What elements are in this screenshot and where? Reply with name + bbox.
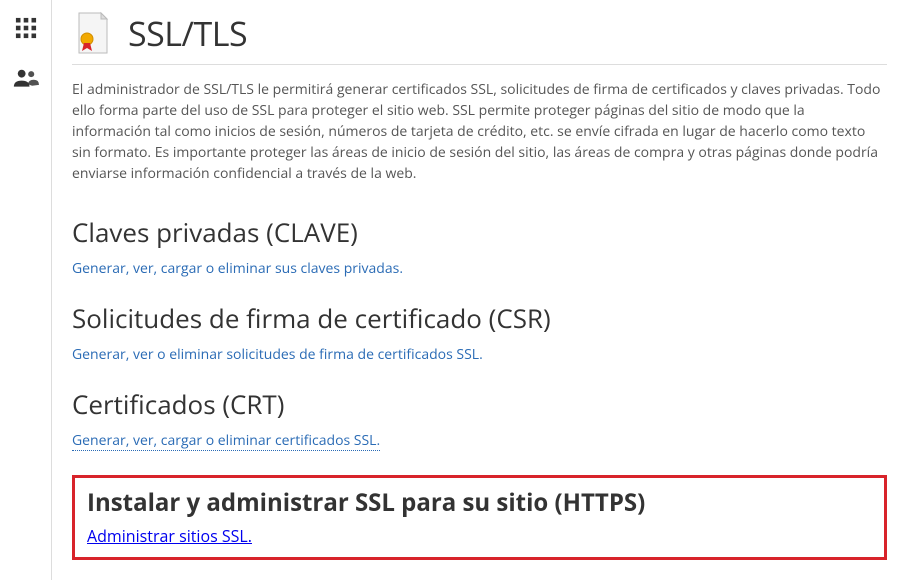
- intro-text: El administrador de SSL/TLS le permitirá…: [72, 79, 887, 184]
- section-heading-keys: Claves privadas (CLAVE): [72, 214, 887, 250]
- section-csr: Solicitudes de firma de certificado (CSR…: [72, 300, 887, 386]
- section-heading-crt: Certificados (CRT): [72, 386, 887, 422]
- section-install-ssl-highlight: Instalar y administrar SSL para su sitio…: [72, 475, 887, 560]
- link-csr[interactable]: Generar, ver o eliminar solicitudes de f…: [72, 345, 483, 364]
- certificate-icon: [72, 12, 114, 54]
- users-icon[interactable]: [8, 60, 44, 96]
- link-crt[interactable]: Generar, ver, cargar o eliminar certific…: [72, 431, 380, 451]
- page-header: SSL/TLS: [72, 10, 887, 65]
- main-content: SSL/TLS El administrador de SSL/TLS le p…: [52, 0, 907, 580]
- left-sidebar: [0, 0, 52, 580]
- section-heading-install: Instalar y administrar SSL para su sitio…: [87, 486, 872, 519]
- page-title: SSL/TLS: [128, 10, 247, 56]
- link-private-keys[interactable]: Generar, ver, cargar o eliminar sus clav…: [72, 259, 403, 278]
- apps-grid-icon[interactable]: [8, 10, 44, 46]
- section-private-keys: Claves privadas (CLAVE) Generar, ver, ca…: [72, 214, 887, 300]
- section-crt: Certificados (CRT) Generar, ver, cargar …: [72, 386, 887, 473]
- link-install-ssl[interactable]: Administrar sitios SSL.: [87, 525, 252, 547]
- section-heading-csr: Solicitudes de firma de certificado (CSR…: [72, 300, 887, 336]
